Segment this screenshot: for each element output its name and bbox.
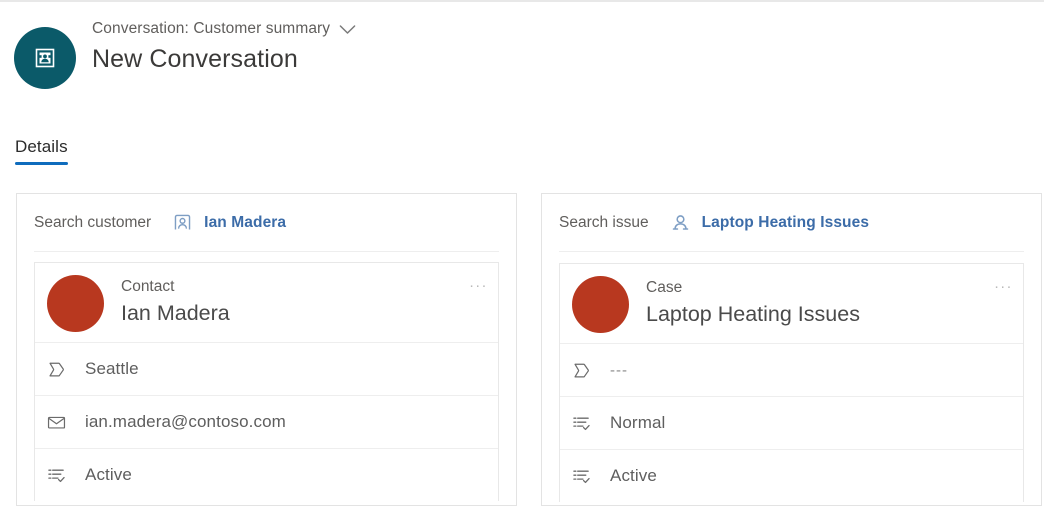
breadcrumb-label: Conversation: Customer summary	[92, 20, 331, 37]
conversation-summary-icon	[14, 27, 76, 89]
search-customer-label: Search customer	[34, 213, 152, 231]
case-priority-value: Normal	[610, 413, 666, 432]
case-subject-value: ---	[610, 361, 628, 379]
customer-card: Search customer Ian Madera Contact Ian M…	[16, 193, 517, 506]
case-field-status: Active	[560, 449, 1023, 502]
contact-record-header: Contact Ian Madera ...	[35, 263, 498, 342]
case-field-subject: ---	[560, 343, 1023, 396]
status-icon	[568, 415, 594, 432]
record-type-label: Contact	[121, 278, 175, 295]
case-record-header: Case Laptop Heating Issues ...	[560, 264, 1023, 343]
header-text-block: Conversation: Customer summary New Conve…	[92, 18, 356, 74]
page-header: Conversation: Customer summary New Conve…	[14, 18, 356, 89]
search-customer-value[interactable]: Ian Madera	[204, 214, 286, 232]
status-icon	[568, 468, 594, 485]
search-issue-value[interactable]: Laptop Heating Issues	[702, 214, 869, 232]
status-icon	[43, 467, 69, 484]
case-record-panel: Case Laptop Heating Issues ... --- Norma…	[559, 263, 1024, 502]
case-status-value: Active	[610, 466, 657, 485]
overflow-menu-button[interactable]: ...	[469, 275, 488, 290]
case-record-headtext: Case Laptop Heating Issues	[646, 276, 860, 328]
avatar	[572, 276, 629, 333]
search-customer-row[interactable]: Search customer Ian Madera	[34, 194, 499, 252]
tab-details-label: Details	[15, 137, 68, 156]
search-issue-row[interactable]: Search issue Laptop Heating Issues	[559, 194, 1024, 252]
contact-status-value: Active	[85, 465, 132, 484]
contact-field-location: Seattle	[35, 342, 498, 395]
tab-bar: Details	[15, 137, 68, 165]
contact-field-email: ian.madera@contoso.com	[35, 395, 498, 448]
contact-email-value: ian.madera@contoso.com	[85, 412, 286, 431]
top-divider	[0, 0, 1044, 2]
email-icon	[43, 415, 69, 430]
tab-details[interactable]: Details	[15, 137, 68, 165]
contact-field-status: Active	[35, 448, 498, 501]
contact-record-headtext: Contact Ian Madera	[121, 275, 230, 327]
record-type-label: Case	[646, 279, 683, 296]
tag-icon	[568, 362, 594, 379]
record-name-label: Laptop Heating Issues	[646, 301, 860, 326]
tag-icon	[43, 361, 69, 378]
search-issue-label: Search issue	[559, 213, 649, 231]
case-record-icon	[671, 213, 690, 232]
contact-location-value: Seattle	[85, 359, 139, 378]
contact-record-icon	[173, 213, 192, 232]
cards-container: Search customer Ian Madera Contact Ian M…	[16, 193, 1042, 506]
breadcrumb[interactable]: Conversation: Customer summary	[92, 18, 356, 40]
contact-record-panel: Contact Ian Madera ... Seattle ian.mader…	[34, 262, 499, 501]
page-title: New Conversation	[92, 45, 298, 73]
case-field-priority: Normal	[560, 396, 1023, 449]
issue-card: Search issue Laptop Heating Issues Case …	[541, 193, 1042, 506]
overflow-menu-button[interactable]: ...	[994, 276, 1013, 291]
avatar	[47, 275, 104, 332]
chevron-down-icon[interactable]	[339, 24, 356, 35]
record-name-label: Ian Madera	[121, 300, 230, 325]
